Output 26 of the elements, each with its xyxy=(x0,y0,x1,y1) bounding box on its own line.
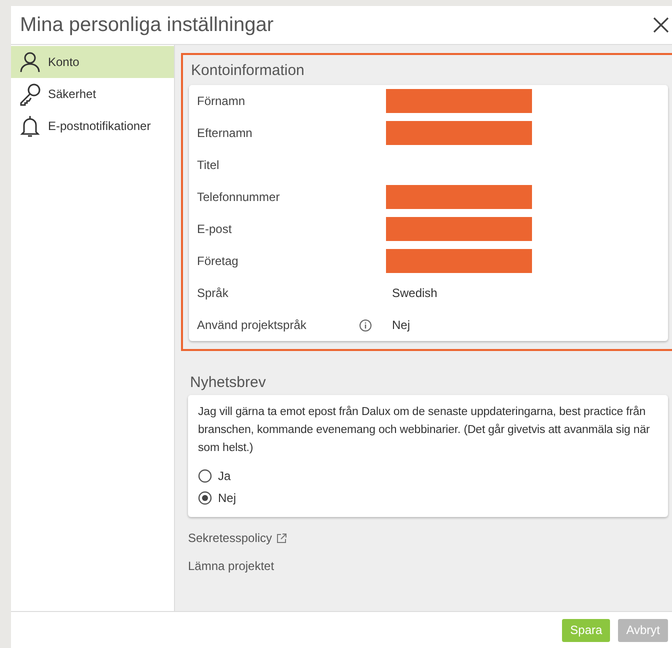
key-icon xyxy=(19,82,41,106)
close-button[interactable] xyxy=(652,16,670,34)
sidebar-item[interactable]: Säkerhet xyxy=(11,78,174,110)
field-label: Använd projektspråk xyxy=(197,318,306,332)
field-label: Efternamn xyxy=(197,126,252,140)
field-label: Förnamn xyxy=(197,94,246,108)
newsletter-text: Jag vill gärna ta emot epost från Dalux om de senaste uppdateringarna, best practice från branschen, kommande evenemang och webbinarier. (Det går givetvis att avanmäla sig när som helst.) xyxy=(198,404,651,456)
section-title: Kontoinformation xyxy=(190,61,306,81)
sidebar-item[interactable]: Konto xyxy=(11,46,174,78)
field-label: E-post xyxy=(197,222,232,236)
field-label: Språk xyxy=(197,286,228,300)
field-label: Företag xyxy=(197,254,238,268)
bell-icon xyxy=(19,114,41,138)
link[interactable]: Lämna projektet xyxy=(188,559,274,573)
close-icon xyxy=(653,17,669,33)
field-value: Nej xyxy=(392,318,410,332)
field-label: Titel xyxy=(197,158,220,172)
sidebar-item[interactable]: E-postnotifikationer xyxy=(11,110,174,142)
radio-option[interactable]: Nej xyxy=(198,487,236,509)
field-label: Telefonnummer xyxy=(197,190,280,204)
window-title: Mina personliga inställningar xyxy=(20,14,274,36)
link[interactable]: Sekretesspolicy xyxy=(188,531,272,545)
field-value: Swedish xyxy=(392,286,438,300)
user-icon xyxy=(19,50,41,74)
radio-option[interactable]: Ja xyxy=(198,465,231,487)
section-title: Nyhetsbrev xyxy=(189,373,267,393)
